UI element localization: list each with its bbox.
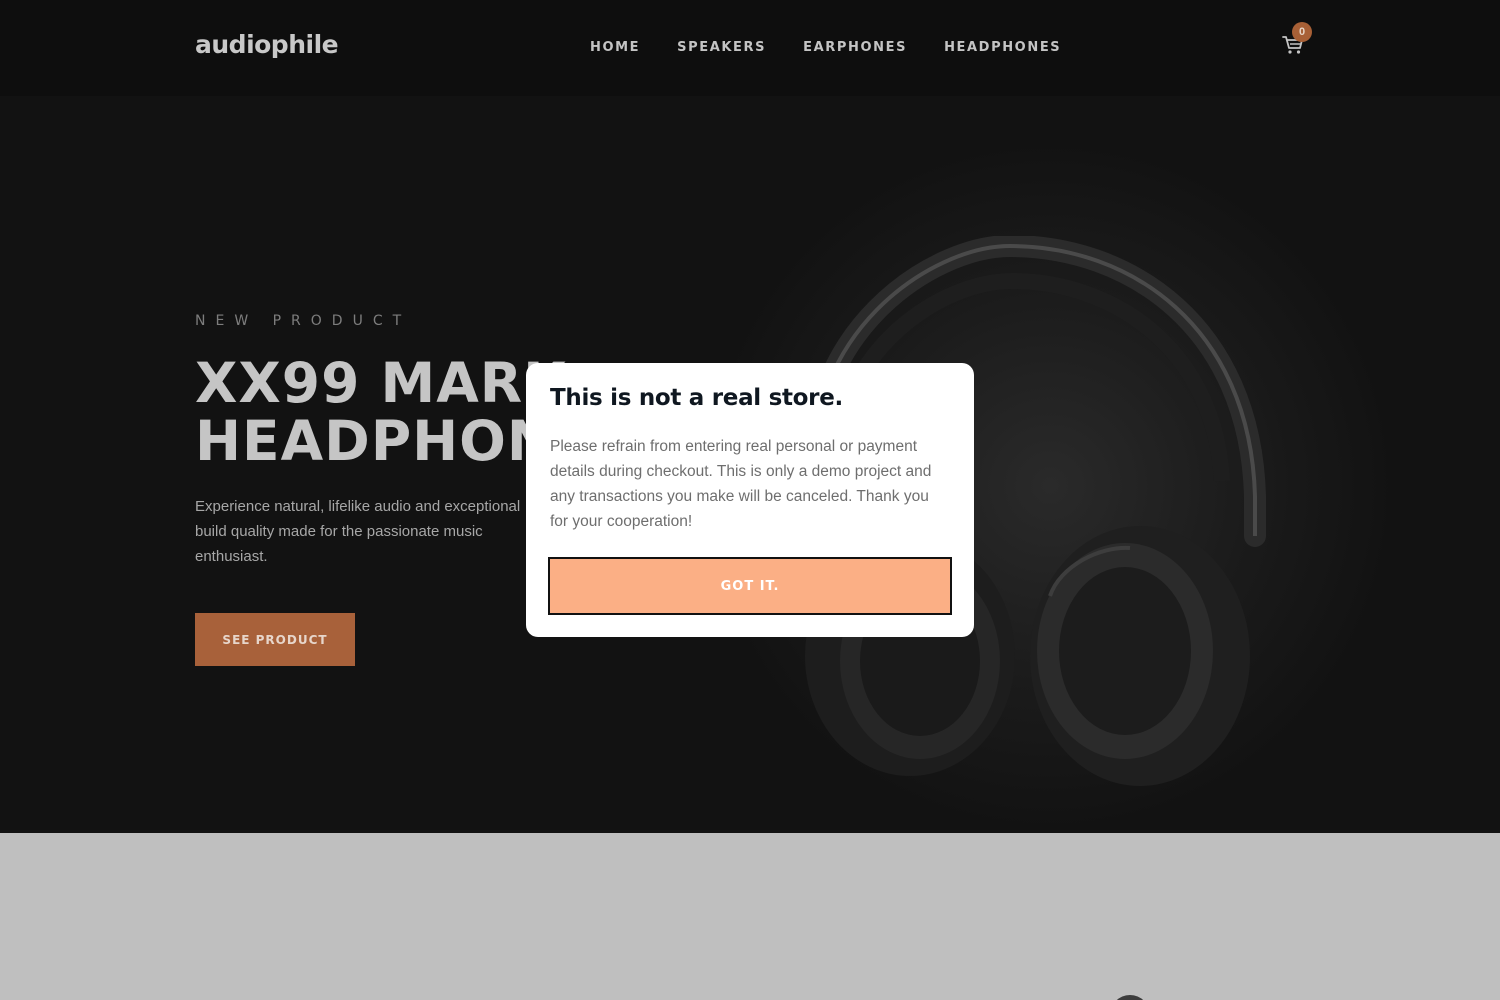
hero-title-line1: XX99 MARK — [195, 351, 567, 415]
see-product-button[interactable]: SEE PRODUCT — [195, 613, 355, 666]
hero-eyebrow: NEW PRODUCT — [195, 313, 412, 329]
hero-description: Experience natural, lifelike audio and e… — [195, 498, 521, 565]
logo[interactable]: audiophile — [195, 30, 339, 59]
got-it-button[interactable]: GOT IT. — [548, 557, 952, 615]
notice-modal: This is not a real store. Please refrain… — [526, 363, 974, 637]
hero-title-line2: HEADPHONI — [195, 409, 576, 473]
modal-body: Please refrain from entering real person… — [550, 438, 932, 530]
nav-earphones[interactable]: EARPHONES — [803, 40, 907, 55]
nav-home[interactable]: HOME — [590, 40, 640, 55]
cart-count-badge: 0 — [1292, 22, 1312, 42]
hero-title: XX99 MARK HEADPHONI — [195, 354, 575, 470]
site-header: audiophile HOME SPEAKERS EARPHONES HEADP… — [0, 0, 1500, 96]
nav-headphones[interactable]: HEADPHONES — [944, 40, 1061, 55]
main-nav: HOME SPEAKERS EARPHONES HEADPHONES — [590, 40, 1098, 55]
lower-section — [0, 833, 1500, 1000]
product-image-partial — [1110, 995, 1150, 1000]
nav-speakers[interactable]: SPEAKERS — [677, 40, 766, 55]
modal-title: This is not a real store. — [550, 385, 843, 411]
